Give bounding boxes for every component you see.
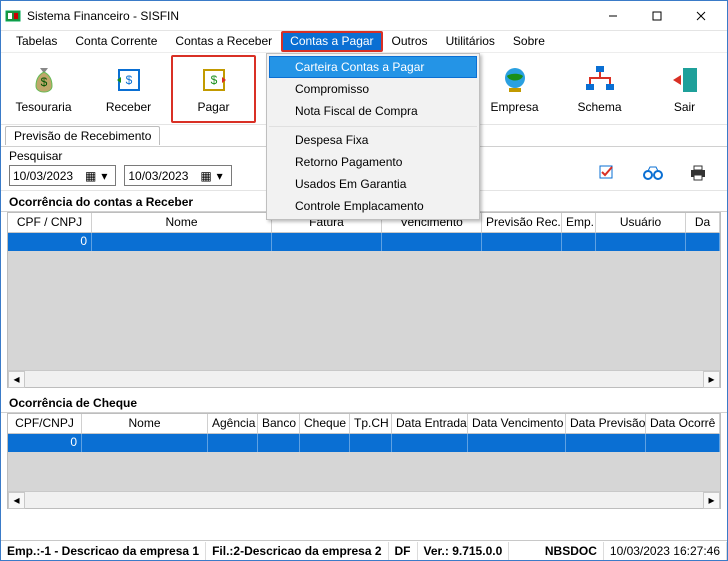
exit-icon [669, 64, 701, 96]
col-data-ocorre[interactable]: Data Ocorrê [646, 414, 720, 433]
check-icon[interactable] [599, 165, 617, 184]
col-cheque[interactable]: Cheque [300, 414, 350, 433]
svg-text:$: $ [210, 73, 217, 87]
toolbar-label: Schema [577, 100, 621, 114]
table-row[interactable]: 0 [8, 434, 720, 452]
status-uf: DF [389, 542, 418, 560]
col-data-venc[interactable]: Data Vencimento [468, 414, 566, 433]
dd-controle-emplacamento[interactable]: Controle Emplacamento [269, 195, 477, 217]
pay-icon: $ [198, 64, 230, 96]
svg-text:$: $ [40, 75, 47, 89]
schema-icon [584, 64, 616, 96]
status-ver: Ver.: 9.715.0.0 [418, 542, 510, 560]
menu-sobre[interactable]: Sobre [504, 31, 554, 52]
search-label: Pesquisar [9, 149, 240, 163]
col-nome[interactable]: Nome [82, 414, 208, 433]
scroll-left-icon[interactable]: ◂ [8, 371, 25, 388]
minimize-button[interactable] [591, 2, 635, 30]
globe-icon [499, 64, 531, 96]
titlebar: Sistema Financeiro - SISFIN [1, 1, 727, 31]
toolbar-label: Tesouraria [15, 100, 71, 114]
toolbar-pagar[interactable]: $ Pagar [171, 55, 256, 123]
toolbar-empresa[interactable]: Empresa [472, 55, 557, 123]
receive-icon: $ [113, 64, 145, 96]
date-to-input[interactable]: 10/03/2023 ▦ ▾ [124, 165, 231, 186]
col-previsao[interactable]: Previsão Rec. [482, 213, 562, 232]
calendar-icon: ▦ [200, 169, 211, 183]
col-banco[interactable]: Banco [258, 414, 300, 433]
col-da[interactable]: Da [686, 213, 720, 232]
menu-contas-receber[interactable]: Contas a Receber [166, 31, 281, 52]
col-usuario[interactable]: Usuário [596, 213, 686, 232]
grid-body[interactable]: 0 [8, 434, 720, 491]
dd-nota-fiscal[interactable]: Nota Fiscal de Compra [269, 100, 477, 122]
chevron-down-icon: ▾ [96, 169, 112, 183]
calendar-icon: ▦ [85, 169, 96, 183]
col-cpf[interactable]: CPF/CNPJ [8, 414, 82, 433]
tab-previsao-recebimento[interactable]: Previsão de Recebimento [5, 126, 160, 145]
toolbar-label: Receber [106, 100, 151, 114]
date-from-input[interactable]: 10/03/2023 ▦ ▾ [9, 165, 116, 186]
binoculars-icon[interactable] [643, 165, 663, 184]
dd-carteira-contas-pagar[interactable]: Carteira Contas a Pagar [269, 56, 477, 78]
scroll-right-icon[interactable]: ▸ [703, 371, 720, 388]
money-bag-icon: $ [28, 64, 60, 96]
status-user: NBSDOC [539, 542, 604, 560]
svg-text:$: $ [125, 73, 132, 87]
maximize-button[interactable] [635, 2, 679, 30]
window-title: Sistema Financeiro - SISFIN [27, 9, 591, 23]
grid-body[interactable]: 0 [8, 233, 720, 370]
close-button[interactable] [679, 2, 723, 30]
col-cpf[interactable]: CPF / CNPJ [8, 213, 92, 232]
status-fil: Fil.:2-Descricao da empresa 2 [206, 542, 388, 560]
date-from-value: 10/03/2023 [13, 169, 85, 183]
dd-usados-garantia[interactable]: Usados Em Garantia [269, 173, 477, 195]
menu-conta-corrente[interactable]: Conta Corrente [66, 31, 166, 52]
cell-cpf: 0 [8, 434, 82, 452]
grid-receber: CPF / CNPJ Nome Fatura Vencimento Previs… [7, 212, 721, 388]
section2-title: Ocorrência de Cheque [1, 392, 727, 413]
status-emp: Emp.:-1 - Descricao da empresa 1 [1, 542, 206, 560]
grid-cheque: CPF/CNPJ Nome Agência Banco Cheque Tp.CH… [7, 413, 721, 509]
cell-cpf: 0 [8, 233, 92, 251]
scroll-right-icon[interactable]: ▸ [703, 492, 720, 509]
toolbar-label: Sair [674, 100, 695, 114]
dropdown-contas-pagar: Carteira Contas a Pagar Compromisso Nota… [266, 53, 480, 220]
menubar: Tabelas Conta Corrente Contas a Receber … [1, 31, 727, 53]
col-emp[interactable]: Emp. [562, 213, 596, 232]
toolbar-schema[interactable]: Schema [557, 55, 642, 123]
hscrollbar[interactable]: ◂ ▸ [8, 370, 720, 387]
menu-tabelas[interactable]: Tabelas [7, 31, 66, 52]
toolbar-sair[interactable]: Sair [642, 55, 727, 123]
toolbar-label: Pagar [197, 100, 229, 114]
app-icon [5, 8, 21, 24]
dd-despesa-fixa[interactable]: Despesa Fixa [269, 126, 477, 151]
toolbar-label: Empresa [490, 100, 538, 114]
status-datetime: 10/03/2023 16:27:46 [604, 542, 727, 560]
chevron-down-icon: ▾ [212, 169, 228, 183]
col-data-entrada[interactable]: Data Entrada [392, 414, 468, 433]
col-nome[interactable]: Nome [92, 213, 272, 232]
dd-compromisso[interactable]: Compromisso [269, 78, 477, 100]
dd-retorno-pagamento[interactable]: Retorno Pagamento [269, 151, 477, 173]
menu-utilitarios[interactable]: Utilitários [437, 31, 504, 52]
menu-outros[interactable]: Outros [383, 31, 437, 52]
menu-contas-pagar[interactable]: Contas a Pagar [281, 31, 382, 52]
printer-icon[interactable] [689, 165, 707, 184]
toolbar-tesouraria[interactable]: $ Tesouraria [1, 55, 86, 123]
scroll-left-icon[interactable]: ◂ [8, 492, 25, 509]
grid-header: CPF/CNPJ Nome Agência Banco Cheque Tp.CH… [8, 414, 720, 434]
col-agencia[interactable]: Agência [208, 414, 258, 433]
col-data-prev[interactable]: Data Previsão [566, 414, 646, 433]
toolbar-receber[interactable]: $ Receber [86, 55, 171, 123]
col-tpch[interactable]: Tp.CH [350, 414, 392, 433]
app-window: Sistema Financeiro - SISFIN Tabelas Cont… [0, 0, 728, 561]
statusbar: Emp.:-1 - Descricao da empresa 1 Fil.:2-… [1, 540, 727, 560]
date-to-value: 10/03/2023 [128, 169, 200, 183]
hscrollbar[interactable]: ◂ ▸ [8, 491, 720, 508]
table-row[interactable]: 0 [8, 233, 720, 251]
